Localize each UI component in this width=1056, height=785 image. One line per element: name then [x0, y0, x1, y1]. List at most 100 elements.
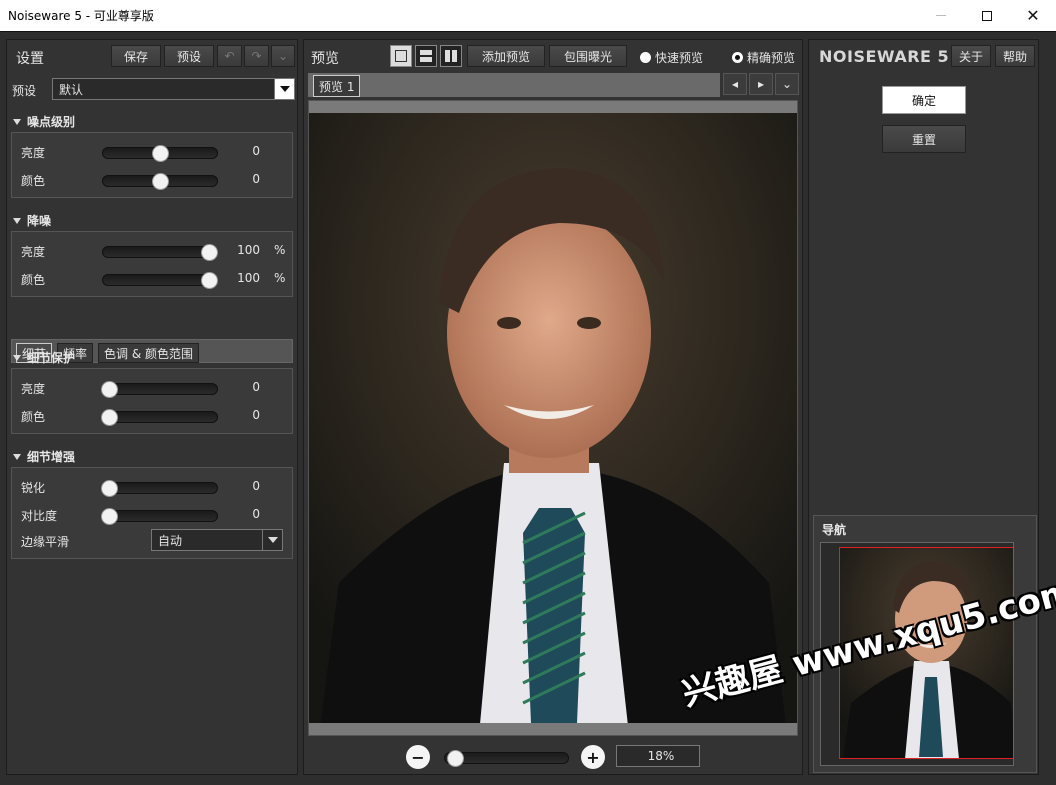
close-button[interactable]: ✕	[1010, 0, 1056, 31]
slider-unit: %	[274, 243, 286, 257]
slider-label: 颜色	[21, 410, 46, 424]
chevron-left-icon: ◂	[731, 77, 739, 91]
dropdown-arrow-icon	[262, 530, 282, 550]
detail-protection-group: 亮度 0 颜色 0	[11, 368, 293, 434]
slider-row: 对比度 0	[12, 503, 292, 527]
help-button[interactable]: 帮助	[995, 45, 1035, 67]
tab-tone-color-range[interactable]: 色调 & 颜色范围	[98, 343, 199, 363]
noise-reduction-toggle[interactable]: 降噪	[13, 212, 51, 229]
slider-thumb[interactable]	[201, 244, 219, 261]
edge-smooth-select[interactable]: 自动	[151, 529, 283, 551]
maximize-icon	[982, 10, 992, 21]
brand-logo: NOISEWARE 5	[819, 47, 950, 66]
save-button[interactable]: 保存	[111, 45, 161, 67]
next-tab-button[interactable]: ▸	[749, 73, 773, 95]
single-view-button[interactable]	[390, 45, 412, 67]
slider-track[interactable]	[100, 508, 218, 525]
slider-track[interactable]	[100, 381, 218, 398]
slider-track[interactable]	[102, 145, 218, 162]
slider-label: 颜色	[21, 273, 46, 287]
slider-value: 0	[252, 479, 260, 493]
accurate-preview-label: 精确预览	[747, 51, 796, 65]
slider-label: 亮度	[21, 146, 46, 160]
edge-smooth-value: 自动	[158, 533, 183, 548]
vertical-split-icon	[445, 50, 457, 62]
preset-label: 预设	[12, 84, 37, 98]
slider-track[interactable]	[102, 173, 218, 190]
detail-enhance-toggle[interactable]: 细节增强	[13, 448, 75, 465]
slider-row: 颜色 0	[12, 168, 292, 192]
tab-list-button[interactable]: ⌄	[775, 73, 799, 95]
slider-thumb[interactable]	[100, 508, 118, 525]
slider-value: 0	[252, 144, 260, 158]
slider-row: 亮度 100%	[12, 239, 292, 263]
more-button[interactable]: ⌄	[271, 45, 295, 67]
slider-track[interactable]	[102, 244, 219, 261]
slider-value: 100	[237, 271, 260, 285]
bracket-exposure-button[interactable]: 包围曝光	[549, 45, 627, 67]
noise-level-toggle[interactable]: 噪点级别	[13, 113, 75, 130]
triangle-down-icon	[13, 354, 21, 361]
horizontal-split-button[interactable]	[415, 45, 437, 67]
zoom-in-button[interactable]: +	[581, 745, 605, 769]
redo-icon: ↷	[251, 49, 262, 63]
slider-label: 亮度	[21, 382, 46, 396]
preview-image[interactable]	[308, 100, 798, 736]
zoom-slider-thumb[interactable]	[446, 750, 464, 767]
slider-thumb[interactable]	[100, 480, 118, 497]
slider-thumb[interactable]	[100, 381, 118, 398]
preset-value: 默认	[59, 82, 84, 97]
zoom-level-select[interactable]: 18%	[616, 745, 700, 767]
slider-track[interactable]	[100, 409, 218, 426]
section-title-detail-protection: 细节保护	[27, 351, 76, 365]
triangle-down-icon	[13, 453, 21, 460]
section-title-detail-enhance: 细节增强	[27, 450, 76, 464]
slider-thumb[interactable]	[152, 145, 169, 162]
zoom-slider[interactable]	[444, 750, 569, 767]
window-title: Noiseware 5 - 可业尊享版	[8, 9, 154, 23]
slider-track[interactable]	[100, 480, 218, 497]
slider-thumb[interactable]	[201, 272, 219, 289]
horizontal-split-icon	[420, 50, 432, 62]
detail-protection-toggle[interactable]: 细节保护	[13, 349, 75, 366]
top-scrollbar[interactable]	[309, 101, 797, 113]
redo-button[interactable]: ↷	[244, 45, 269, 67]
chevron-down-icon: ⌄	[781, 77, 793, 91]
fast-preview-radio[interactable]: 快速预览	[640, 49, 703, 66]
add-preview-button[interactable]: 添加预览	[467, 45, 545, 67]
edge-smooth-label: 边缘平滑	[21, 535, 70, 549]
settings-header: 设置	[16, 51, 44, 67]
about-button[interactable]: 关于	[951, 45, 991, 67]
slider-track[interactable]	[102, 272, 219, 289]
portrait-photo	[309, 113, 797, 735]
accurate-preview-radio[interactable]: 精确预览	[732, 49, 795, 66]
slider-label: 颜色	[21, 174, 46, 188]
minimize-button[interactable]	[918, 0, 964, 31]
bottom-scrollbar[interactable]	[309, 723, 797, 735]
ok-button[interactable]: 确定	[882, 86, 966, 114]
slider-thumb[interactable]	[100, 409, 118, 426]
noise-reduction-group: 亮度 100% 颜色 100%	[11, 231, 293, 297]
preview-tab-strip	[308, 73, 720, 97]
undo-button[interactable]: ↶	[217, 45, 242, 67]
preset-select[interactable]: 默认	[52, 78, 295, 100]
section-title-noise-level: 噪点级别	[27, 115, 76, 129]
prev-tab-button[interactable]: ◂	[723, 73, 747, 95]
slider-value: 0	[252, 172, 260, 186]
slider-label: 亮度	[21, 245, 46, 259]
title-bar: Noiseware 5 - 可业尊享版 ✕	[0, 0, 1056, 31]
radio-off-icon	[640, 52, 651, 63]
slider-thumb[interactable]	[152, 173, 169, 190]
dropdown-arrow-icon	[274, 79, 294, 99]
reset-button[interactable]: 重置	[882, 125, 966, 153]
vertical-split-button[interactable]	[440, 45, 462, 67]
tab-preview-1[interactable]: 预览 1	[313, 75, 361, 97]
chevron-right-icon: ▸	[757, 77, 765, 91]
radio-on-icon	[732, 52, 743, 63]
slider-value: 0	[252, 380, 260, 394]
slider-row: 颜色 100%	[12, 267, 292, 291]
preset-button[interactable]: 预设	[164, 45, 214, 67]
minimize-icon	[936, 15, 946, 16]
slider-row: 颜色 0	[12, 404, 292, 428]
maximize-button[interactable]	[964, 0, 1010, 31]
